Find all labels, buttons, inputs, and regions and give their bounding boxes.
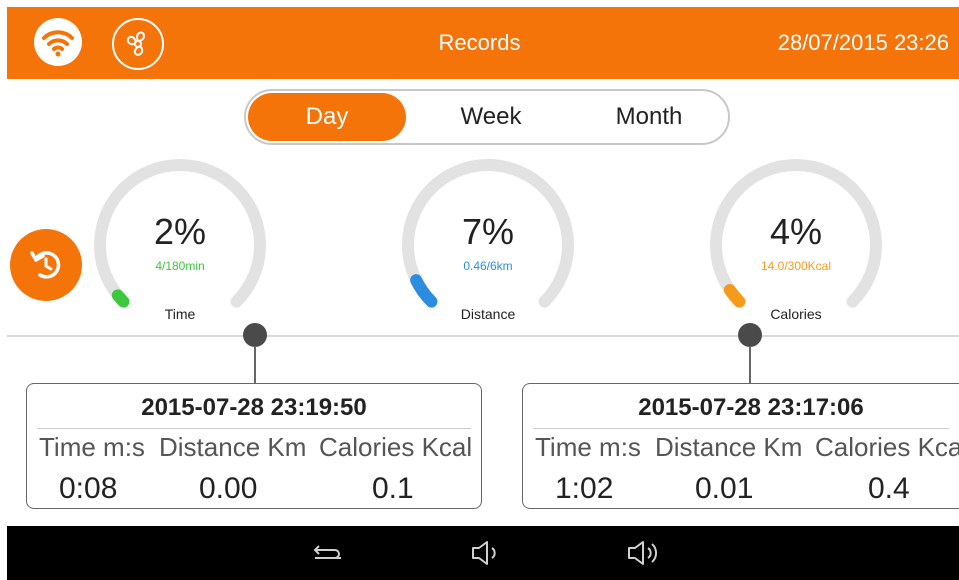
- record-datetime: 2015-07-28 23:19:50: [141, 394, 367, 421]
- header-time: Time m:s: [39, 432, 145, 462]
- record-datetime: 2015-07-28 23:17:06: [638, 394, 864, 421]
- back-icon[interactable]: [307, 536, 347, 570]
- gauge-percent: 4%: [769, 211, 823, 252]
- header-calories: Calories Kcal: [815, 432, 959, 462]
- gauge-distance: 7% 0.46/6km Distance: [398, 155, 578, 335]
- card-divider: [533, 428, 949, 429]
- value-calories: 0.4: [868, 472, 910, 505]
- gauge-detail: 0.46/6km: [463, 259, 513, 273]
- timeline-connector: [254, 346, 256, 384]
- reset-icon: [30, 251, 61, 279]
- gauge-percent: 7%: [461, 211, 515, 252]
- tab-month[interactable]: Month: [574, 93, 724, 141]
- header-datetime: 28/07/2015 23:26: [777, 30, 949, 55]
- left-frame: [0, 0, 6, 580]
- timeline-connector: [749, 346, 751, 384]
- value-calories: 0.1: [372, 472, 414, 505]
- value-distance: 0.01: [695, 472, 754, 505]
- gauge-label: Time: [164, 306, 196, 322]
- period-selector: Day Week Month: [244, 89, 730, 145]
- timeline-node: [243, 323, 267, 347]
- volume-down-icon[interactable]: [467, 536, 507, 570]
- gauge-label: Distance: [460, 306, 516, 322]
- header-distance: Distance Km: [655, 432, 803, 462]
- gauge-progress-arc: [723, 283, 746, 308]
- value-time: 0:08: [59, 472, 118, 505]
- value-time: 1:02: [555, 472, 614, 505]
- value-distance: 0.00: [199, 472, 258, 505]
- gauge-progress-arc: [111, 289, 130, 308]
- gauge-calories: 4% 14.0/300Kcal Calories: [706, 155, 886, 335]
- record-card[interactable]: 2015-07-28 23:19:50 Time m:s Distance Km…: [26, 383, 482, 509]
- gauge-progress-arc: [410, 274, 438, 308]
- header-time: Time m:s: [535, 432, 641, 462]
- gauge-detail: 4/180min: [155, 259, 205, 273]
- header-calories: Calories Kcal: [319, 432, 473, 462]
- card-divider: [37, 428, 471, 429]
- tab-day[interactable]: Day: [248, 93, 406, 141]
- reset-button[interactable]: [10, 229, 82, 301]
- volume-up-icon[interactable]: [623, 536, 663, 570]
- gauge-detail: 14.0/300Kcal: [760, 259, 832, 273]
- header-distance: Distance Km: [159, 432, 307, 462]
- timeline-node: [738, 323, 762, 347]
- timeline-line: [7, 335, 959, 337]
- gauge-time: 2% 4/180min Time: [90, 155, 270, 335]
- gauge-percent: 2%: [153, 211, 207, 252]
- tab-week[interactable]: Week: [416, 93, 566, 141]
- record-card[interactable]: 2015-07-28 23:17:06 Time m:s Distance Km…: [522, 383, 959, 509]
- system-nav-bar: [7, 526, 959, 580]
- gauge-label: Calories: [770, 306, 822, 322]
